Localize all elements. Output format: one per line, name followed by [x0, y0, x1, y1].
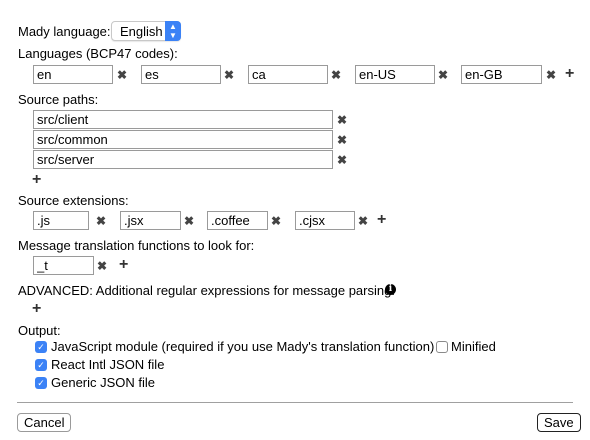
- language-input[interactable]: [248, 65, 328, 84]
- react-intl-label: React Intl JSON file: [51, 357, 165, 372]
- language-input[interactable]: [141, 65, 221, 84]
- remove-language-icon[interactable]: ✖: [117, 69, 127, 81]
- extension-input[interactable]: [120, 211, 181, 230]
- js-module-label: JavaScript module (required if you use M…: [51, 339, 435, 354]
- extension-input[interactable]: [207, 211, 268, 230]
- save-button[interactable]: Save: [537, 413, 581, 432]
- function-input[interactable]: [33, 256, 94, 275]
- extension-input[interactable]: [33, 211, 89, 230]
- remove-language-icon[interactable]: ✖: [438, 69, 448, 81]
- select-arrows-icon: ▲ ▼: [165, 21, 181, 41]
- source-extensions-label: Source extensions:: [18, 193, 129, 208]
- generic-json-checkbox[interactable]: ✓: [35, 377, 47, 389]
- source-path-input[interactable]: [33, 130, 333, 149]
- remove-language-icon[interactable]: ✖: [224, 69, 234, 81]
- advanced-label: ADVANCED: Additional regular expressions…: [18, 283, 395, 298]
- language-input[interactable]: [33, 65, 113, 84]
- cancel-button[interactable]: Cancel: [17, 413, 72, 432]
- source-path-input[interactable]: [33, 110, 333, 129]
- language-input[interactable]: [461, 65, 542, 84]
- remove-source-path-icon[interactable]: ✖: [337, 114, 347, 126]
- remove-extension-icon[interactable]: ✖: [271, 215, 281, 227]
- remove-source-path-icon[interactable]: ✖: [337, 134, 347, 146]
- divider: [17, 402, 573, 403]
- extension-input[interactable]: [295, 211, 355, 230]
- source-path-input[interactable]: [33, 150, 333, 169]
- mady-language-select[interactable]: English ▲ ▼: [111, 21, 181, 41]
- minified-checkbox[interactable]: [436, 341, 448, 353]
- remove-extension-icon[interactable]: ✖: [184, 215, 194, 227]
- add-extension-icon[interactable]: +: [377, 212, 386, 228]
- info-icon[interactable]: i: [385, 284, 396, 295]
- remove-language-icon[interactable]: ✖: [546, 69, 556, 81]
- mady-language-value: English: [120, 24, 163, 39]
- remove-function-icon[interactable]: ✖: [97, 260, 107, 272]
- generic-json-label: Generic JSON file: [51, 375, 156, 390]
- remove-extension-icon[interactable]: ✖: [358, 215, 368, 227]
- output-label: Output:: [18, 323, 61, 338]
- remove-source-path-icon[interactable]: ✖: [337, 154, 347, 166]
- add-regex-icon[interactable]: +: [32, 301, 41, 317]
- minified-label: Minified: [451, 339, 496, 354]
- languages-label: Languages (BCP47 codes):: [18, 46, 178, 61]
- source-paths-label: Source paths:: [18, 92, 99, 107]
- remove-language-icon[interactable]: ✖: [331, 69, 341, 81]
- mady-language-label: Mady language:: [18, 24, 111, 39]
- add-language-icon[interactable]: +: [565, 66, 574, 82]
- add-source-path-icon[interactable]: +: [32, 172, 41, 188]
- add-function-icon[interactable]: +: [119, 257, 128, 273]
- js-module-checkbox[interactable]: ✓: [35, 341, 47, 353]
- remove-extension-icon[interactable]: ✖: [96, 215, 106, 227]
- react-intl-checkbox[interactable]: ✓: [35, 359, 47, 371]
- language-input[interactable]: [355, 65, 435, 84]
- message-functions-label: Message translation functions to look fo…: [18, 238, 255, 253]
